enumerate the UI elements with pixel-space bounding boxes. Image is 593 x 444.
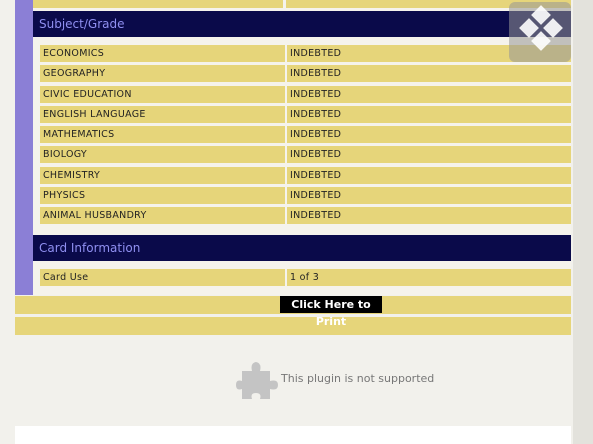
footer-band — [15, 317, 571, 335]
subject-grade-header: Subject/Grade — [33, 11, 571, 37]
card-use-value: 1 of 3 — [287, 269, 571, 286]
subject-cell: MATHEMATICS — [40, 126, 285, 143]
grade-cell: INDEBTED — [287, 167, 571, 184]
grade-cell: INDEBTED — [287, 146, 571, 163]
grade-cell: INDEBTED — [287, 126, 571, 143]
card-use-row: Card Use 1 of 3 — [40, 269, 571, 286]
page: Subject/Grade ECONOMICS INDEBTED GEOGRAP… — [0, 0, 593, 444]
table-row: ENGLISH LANGUAGE INDEBTED — [40, 106, 571, 123]
accent-bar — [15, 0, 33, 295]
diamond-grid-icon[interactable] — [509, 2, 571, 62]
card-use-label: Card Use — [40, 269, 285, 286]
table-row: PHYSICS INDEBTED — [40, 187, 571, 204]
grade-cell: INDEBTED — [287, 65, 571, 82]
subject-cell: BIOLOGY — [40, 146, 285, 163]
table-row: CIVIC EDUCATION INDEBTED — [40, 86, 571, 103]
table-row: MATHEMATICS INDEBTED — [40, 126, 571, 143]
table-row: CHEMISTRY INDEBTED — [40, 167, 571, 184]
table-row: GEOGRAPHY INDEBTED — [40, 65, 571, 82]
subject-cell: ECONOMICS — [40, 45, 285, 62]
grade-cell: INDEBTED — [287, 106, 571, 123]
result-card: Subject/Grade ECONOMICS INDEBTED GEOGRAP… — [15, 0, 571, 340]
card-information-header: Card Information — [33, 235, 571, 261]
subject-cell: PHYSICS — [40, 187, 285, 204]
plugin-message: This plugin is not supported — [281, 372, 435, 385]
table-row: ANIMAL HUSBANDRY INDEBTED — [40, 207, 571, 224]
puzzle-piece-icon — [236, 357, 282, 407]
right-scroll-margin — [573, 0, 593, 444]
page-bottom — [15, 426, 571, 444]
table-row: ECONOMICS INDEBTED — [40, 45, 571, 62]
subject-cell: GEOGRAPHY — [40, 65, 285, 82]
grade-cell: INDEBTED — [287, 187, 571, 204]
cut-off-row — [33, 0, 571, 8]
table-row: BIOLOGY INDEBTED — [40, 146, 571, 163]
subject-cell: ANIMAL HUSBANDRY — [40, 207, 285, 224]
subject-cell: ENGLISH LANGUAGE — [40, 106, 285, 123]
grade-cell: INDEBTED — [287, 86, 571, 103]
print-button[interactable]: Click Here to Print — [280, 296, 382, 328]
subject-cell: CIVIC EDUCATION — [40, 86, 285, 103]
subject-cell: CHEMISTRY — [40, 167, 285, 184]
grade-cell: INDEBTED — [287, 207, 571, 224]
